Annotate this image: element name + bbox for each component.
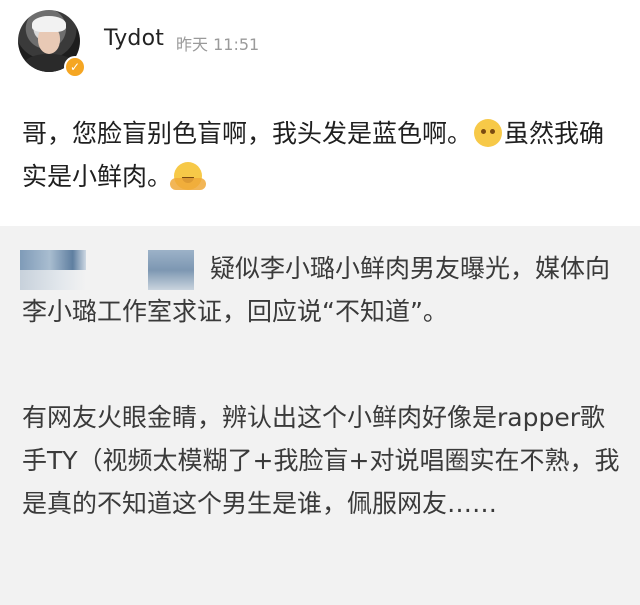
username[interactable]: Tydot: [104, 26, 164, 51]
verified-v-icon: ✓: [69, 60, 81, 74]
post-header: ✓ Tydot 昨天 11:51: [0, 0, 640, 100]
quoted-text-1: 疑似李小璐小鲜肉男友曝光，媒体向李小璐工作室求证，回应说“不知道”。: [22, 254, 611, 326]
sad-face-emoji-icon: [474, 119, 503, 147]
weibo-post: ✓ Tydot 昨天 11:51 哥，您脸盲别色盲啊，我头发是蓝色啊。 虽然我确实…: [0, 0, 640, 605]
verified-badge-icon: ✓: [64, 56, 86, 78]
post-timestamp: 昨天 11:51: [176, 35, 260, 54]
quoted-paragraph-1: 疑似李小璐小鲜肉男友曝光，媒体向李小璐工作室求证，回应说“不知道”。: [22, 247, 622, 333]
hugging-face-emoji-icon: [170, 162, 207, 190]
post-text-part1: 哥，您脸盲别色盲啊，我头发是蓝色啊。: [22, 119, 473, 148]
post-body: 哥，您脸盲别色盲啊，我头发是蓝色啊。 虽然我确实是小鲜肉。: [22, 112, 622, 198]
avatar-hair: [32, 16, 66, 32]
quoted-paragraph-2: 有网友火眼金睛，辨认出这个小鲜肉好像是rapper歌手TY（视频太模糊了+我脸盲…: [22, 403, 620, 518]
